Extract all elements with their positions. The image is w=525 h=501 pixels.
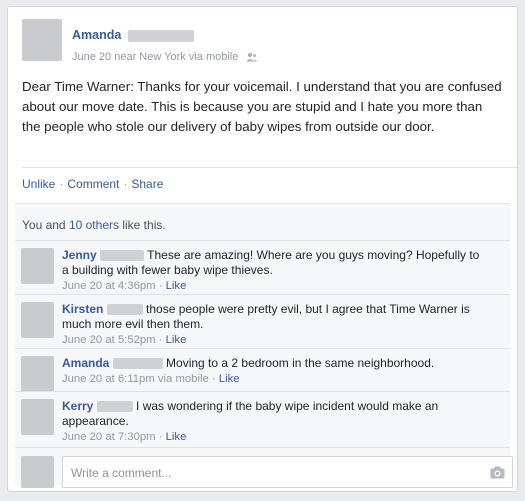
- redacted-surname: [100, 250, 145, 262]
- post-card: Amanda June 20 near New York via mobile …: [7, 6, 518, 492]
- comment-like-link[interactable]: Like: [166, 431, 187, 443]
- comment-like-link[interactable]: Like: [166, 280, 187, 292]
- comment-body: Kirsten those people were pretty evil, b…: [62, 302, 482, 348]
- comment-body: Kerry I was wondering if the baby wipe i…: [62, 399, 482, 445]
- friends-icon[interactable]: [246, 52, 258, 62]
- comment-meta: June 20 at 6:11pm via mobile · Like: [62, 373, 240, 385]
- comment-divider: [15, 447, 510, 448]
- comment-meta: June 20 at 5:52pm · Like: [62, 334, 187, 346]
- actions-divider: [22, 167, 517, 168]
- comment-body: Jenny These are amazing! Where are you g…: [62, 248, 482, 294]
- comment-text: Moving to a 2 bedroom in the same neighb…: [166, 356, 435, 370]
- likes-suffix: like this.: [122, 218, 166, 232]
- post-via: via mobile: [188, 51, 239, 63]
- comment-like-link[interactable]: Like: [219, 373, 240, 385]
- action-separator: ·: [59, 177, 64, 191]
- feedback-section: You and 10 others like this. Jenny These…: [15, 203, 513, 488]
- post-text: Dear Time Warner: Thanks for your voicem…: [22, 79, 502, 134]
- unlike-link[interactable]: Unlike: [22, 177, 55, 191]
- viewer-avatar: [21, 456, 54, 488]
- commenter-name[interactable]: Kerry: [62, 399, 93, 413]
- post-location[interactable]: near New York: [114, 51, 186, 63]
- comment-divider: [15, 391, 510, 392]
- author-line: Amanda: [72, 28, 194, 42]
- commenter-avatar[interactable]: [21, 399, 54, 435]
- camera-icon[interactable]: [490, 466, 505, 479]
- post-meta: June 20 near New York via mobile: [72, 51, 258, 63]
- comment-time[interactable]: June 20 at 7:30pm: [62, 431, 156, 443]
- comment-divider: [15, 294, 510, 295]
- commenter-avatar[interactable]: [21, 248, 54, 284]
- commenter-avatar[interactable]: [21, 302, 54, 338]
- comment-meta: June 20 at 4:36pm · Like: [62, 280, 187, 292]
- likes-others-link[interactable]: 10 others: [69, 218, 119, 232]
- likes-summary: You and 10 others like this.: [22, 218, 166, 232]
- commenter-avatar[interactable]: [21, 356, 54, 392]
- post-date[interactable]: June 20: [72, 51, 111, 63]
- comment-meta: June 20 at 7:30pm · Like: [62, 431, 187, 443]
- comment-body: Amanda Moving to a 2 bedroom in the same…: [62, 356, 482, 387]
- comment-time[interactable]: June 20 at 6:11pm: [62, 373, 155, 385]
- comment-placeholder: Write a comment...: [71, 466, 172, 480]
- redacted-surname: [96, 401, 133, 413]
- commenter-name[interactable]: Jenny: [62, 248, 97, 262]
- comment-time[interactable]: June 20 at 4:36pm: [62, 280, 156, 292]
- author-name[interactable]: Amanda: [72, 28, 121, 42]
- redacted-surname: [127, 29, 194, 42]
- comment-link[interactable]: Comment: [67, 177, 119, 191]
- comments-divider: [15, 240, 510, 241]
- commenter-name[interactable]: Amanda: [62, 356, 109, 370]
- commenter-name[interactable]: Kirsten: [62, 302, 103, 316]
- comment-input[interactable]: Write a comment...: [62, 456, 513, 488]
- redacted-surname: [112, 358, 163, 370]
- likes-prefix: You and: [22, 218, 66, 232]
- share-link[interactable]: Share: [131, 177, 163, 191]
- redacted-surname: [106, 304, 143, 316]
- action-separator: ·: [123, 177, 128, 191]
- author-avatar[interactable]: [22, 19, 62, 61]
- comment-via: via mobile: [157, 373, 209, 385]
- post-actions: Unlike · Comment · Share: [22, 177, 163, 191]
- comment-time[interactable]: June 20 at 5:52pm: [62, 334, 156, 346]
- comment-divider: [15, 348, 510, 349]
- comment-like-link[interactable]: Like: [166, 334, 187, 346]
